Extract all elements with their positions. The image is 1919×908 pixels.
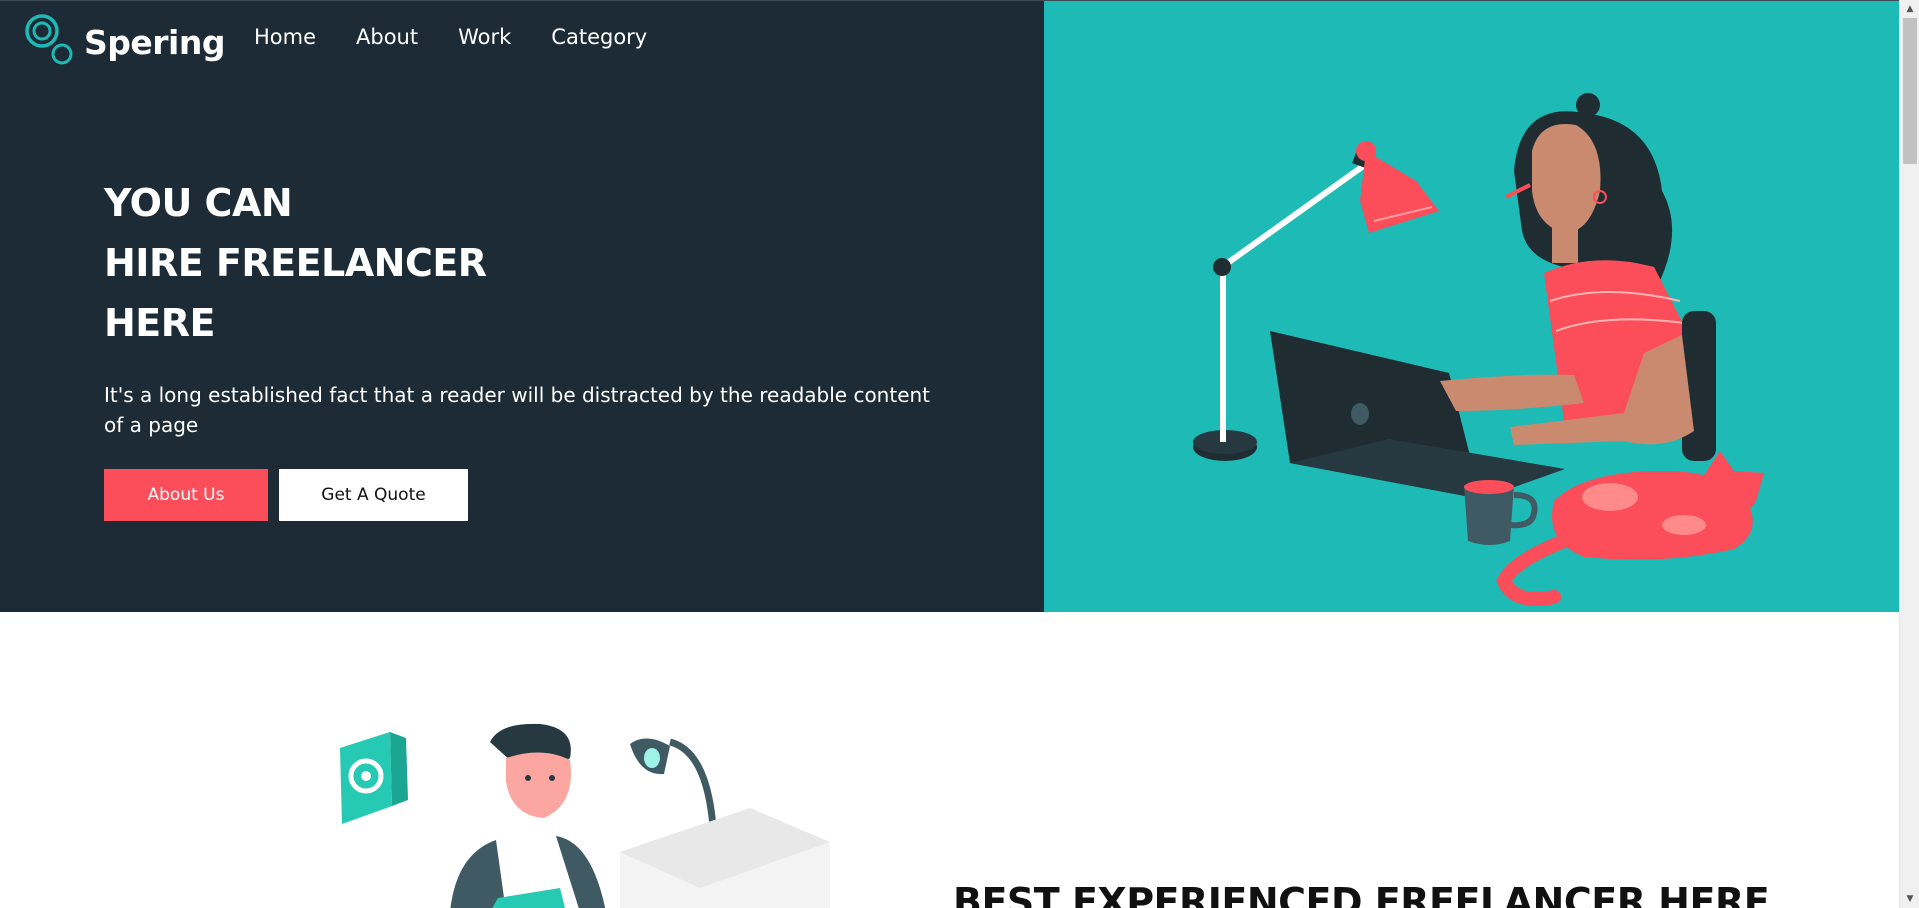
hero-section: Spering Home About Work Category YOU CAN… [0,0,1899,612]
hero-illustration-panel [1044,0,1899,612]
man-at-desk-illustration [330,712,850,908]
scrollbar[interactable]: ▲ ▼ [1899,0,1919,908]
hero-left-panel: Spering Home About Work Category YOU CAN… [0,0,1044,612]
logo-rings-icon [25,14,73,65]
logo-text: Spering [84,22,225,62]
nav-work[interactable]: Work [458,25,511,49]
nav-home[interactable]: Home [254,25,316,49]
page: Spering Home About Work Category YOU CAN… [0,0,1919,908]
gear-icon [340,732,408,824]
headline-line-1: YOU CAN [104,181,293,225]
nav-category[interactable]: Category [551,25,647,49]
scroll-down-arrow-icon[interactable]: ▼ [1900,890,1919,908]
headline-line-3: HERE [104,301,215,345]
hero-headline: YOU CAN HIRE FREELANCER HERE [104,173,487,353]
scrollbar-thumb[interactable] [1903,18,1917,164]
logo[interactable]: Spering [24,11,225,67]
get-a-quote-button[interactable]: Get A Quote [279,469,468,521]
main-nav: Home About Work Category [254,25,647,49]
about-us-button[interactable]: About Us [104,469,268,521]
nav-about[interactable]: About [356,25,418,49]
headline-line-2: HIRE FREELANCER [104,241,487,285]
hero-description: It's a long established fact that a read… [104,383,931,437]
section-title: BEST EXPERIENCED FREELANCER HERE [953,880,1770,908]
hero-buttons: About Us Get A Quote [104,469,468,521]
scroll-up-arrow-icon[interactable]: ▲ [1900,0,1919,18]
woman-working-laptop-illustration [1193,93,1764,606]
